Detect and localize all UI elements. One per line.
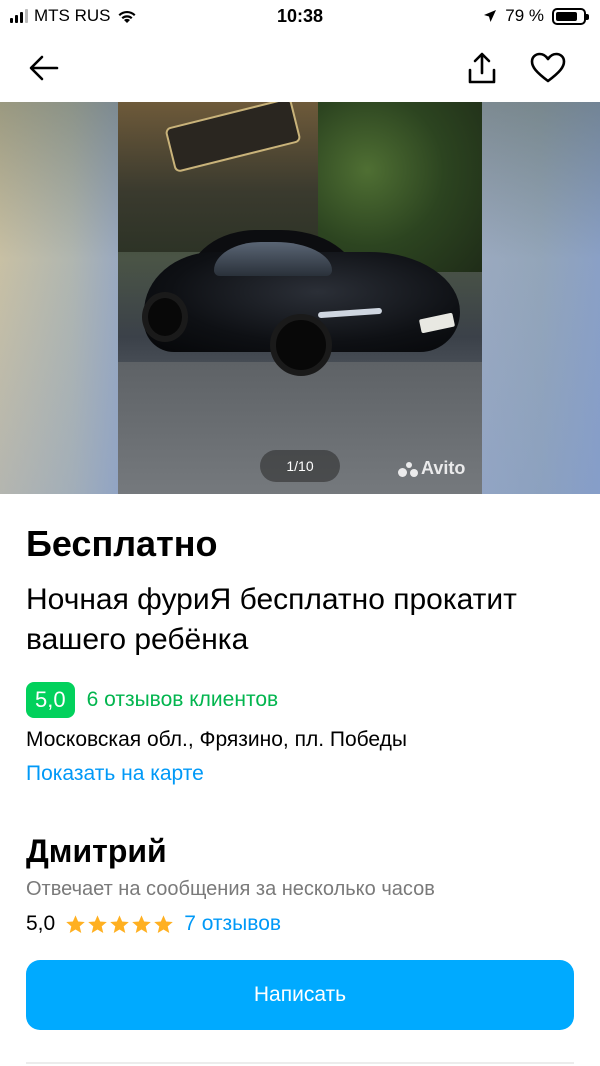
- avito-logo-icon: [398, 461, 418, 477]
- photo-greenery: [318, 102, 482, 272]
- battery-fill: [556, 11, 577, 21]
- seller-name[interactable]: Дмитрий: [26, 830, 167, 872]
- listing-photo[interactable]: [118, 102, 482, 494]
- seller-reviews-link[interactable]: 7 отзывов: [184, 910, 281, 938]
- back-button[interactable]: [24, 48, 64, 88]
- seller-stars: [65, 914, 174, 935]
- seller-response-time: Отвечает на сообщения за несколько часов: [26, 878, 435, 900]
- battery-icon: [552, 7, 589, 25]
- photo-counter: 1/10: [260, 450, 340, 482]
- show-on-map-link[interactable]: Показать на карте: [26, 760, 204, 788]
- status-right: 79 %: [483, 6, 589, 26]
- share-button[interactable]: [462, 48, 502, 88]
- listing-title: Ночная фуриЯ бесплатно прокатит вашего р…: [26, 583, 517, 656]
- arrow-left-icon: [29, 55, 59, 81]
- listing-price: Бесплатно: [26, 523, 218, 564]
- star-icon: [88, 914, 107, 933]
- nav-bar: [0, 40, 600, 96]
- status-bar: MTS RUS 10:38 79 %: [0, 0, 600, 34]
- listing-rating-row: 5,0 6 отзывов клиентов: [26, 682, 278, 718]
- heart-icon: [530, 52, 566, 83]
- avito-watermark: Avito: [398, 458, 465, 479]
- rating-badge: 5,0: [26, 682, 75, 718]
- avito-watermark-text: Avito: [421, 458, 466, 478]
- listing-address: Московская обл., Фрязино, пл. Победы: [26, 728, 407, 751]
- photo-gallery[interactable]: 1/10: [0, 102, 600, 494]
- favorite-button[interactable]: [528, 48, 568, 88]
- star-icon: [132, 914, 151, 933]
- seller-rating-row: 5,0 7 отзывов: [26, 910, 281, 938]
- star-icon: [66, 914, 85, 933]
- star-icon: [110, 914, 129, 933]
- photo-car-wheel: [142, 292, 188, 342]
- divider: [26, 1062, 574, 1064]
- customer-reviews-link[interactable]: 6 отзывов клиентов: [87, 688, 279, 712]
- photo-car-wheel: [270, 314, 332, 376]
- battery-percent: 79 %: [505, 6, 544, 25]
- location-arrow-icon: [484, 10, 497, 22]
- star-icon: [154, 914, 173, 933]
- write-message-button[interactable]: Написать: [26, 960, 574, 1030]
- seller-rating-value: 5,0: [26, 912, 56, 935]
- share-icon: [468, 52, 496, 84]
